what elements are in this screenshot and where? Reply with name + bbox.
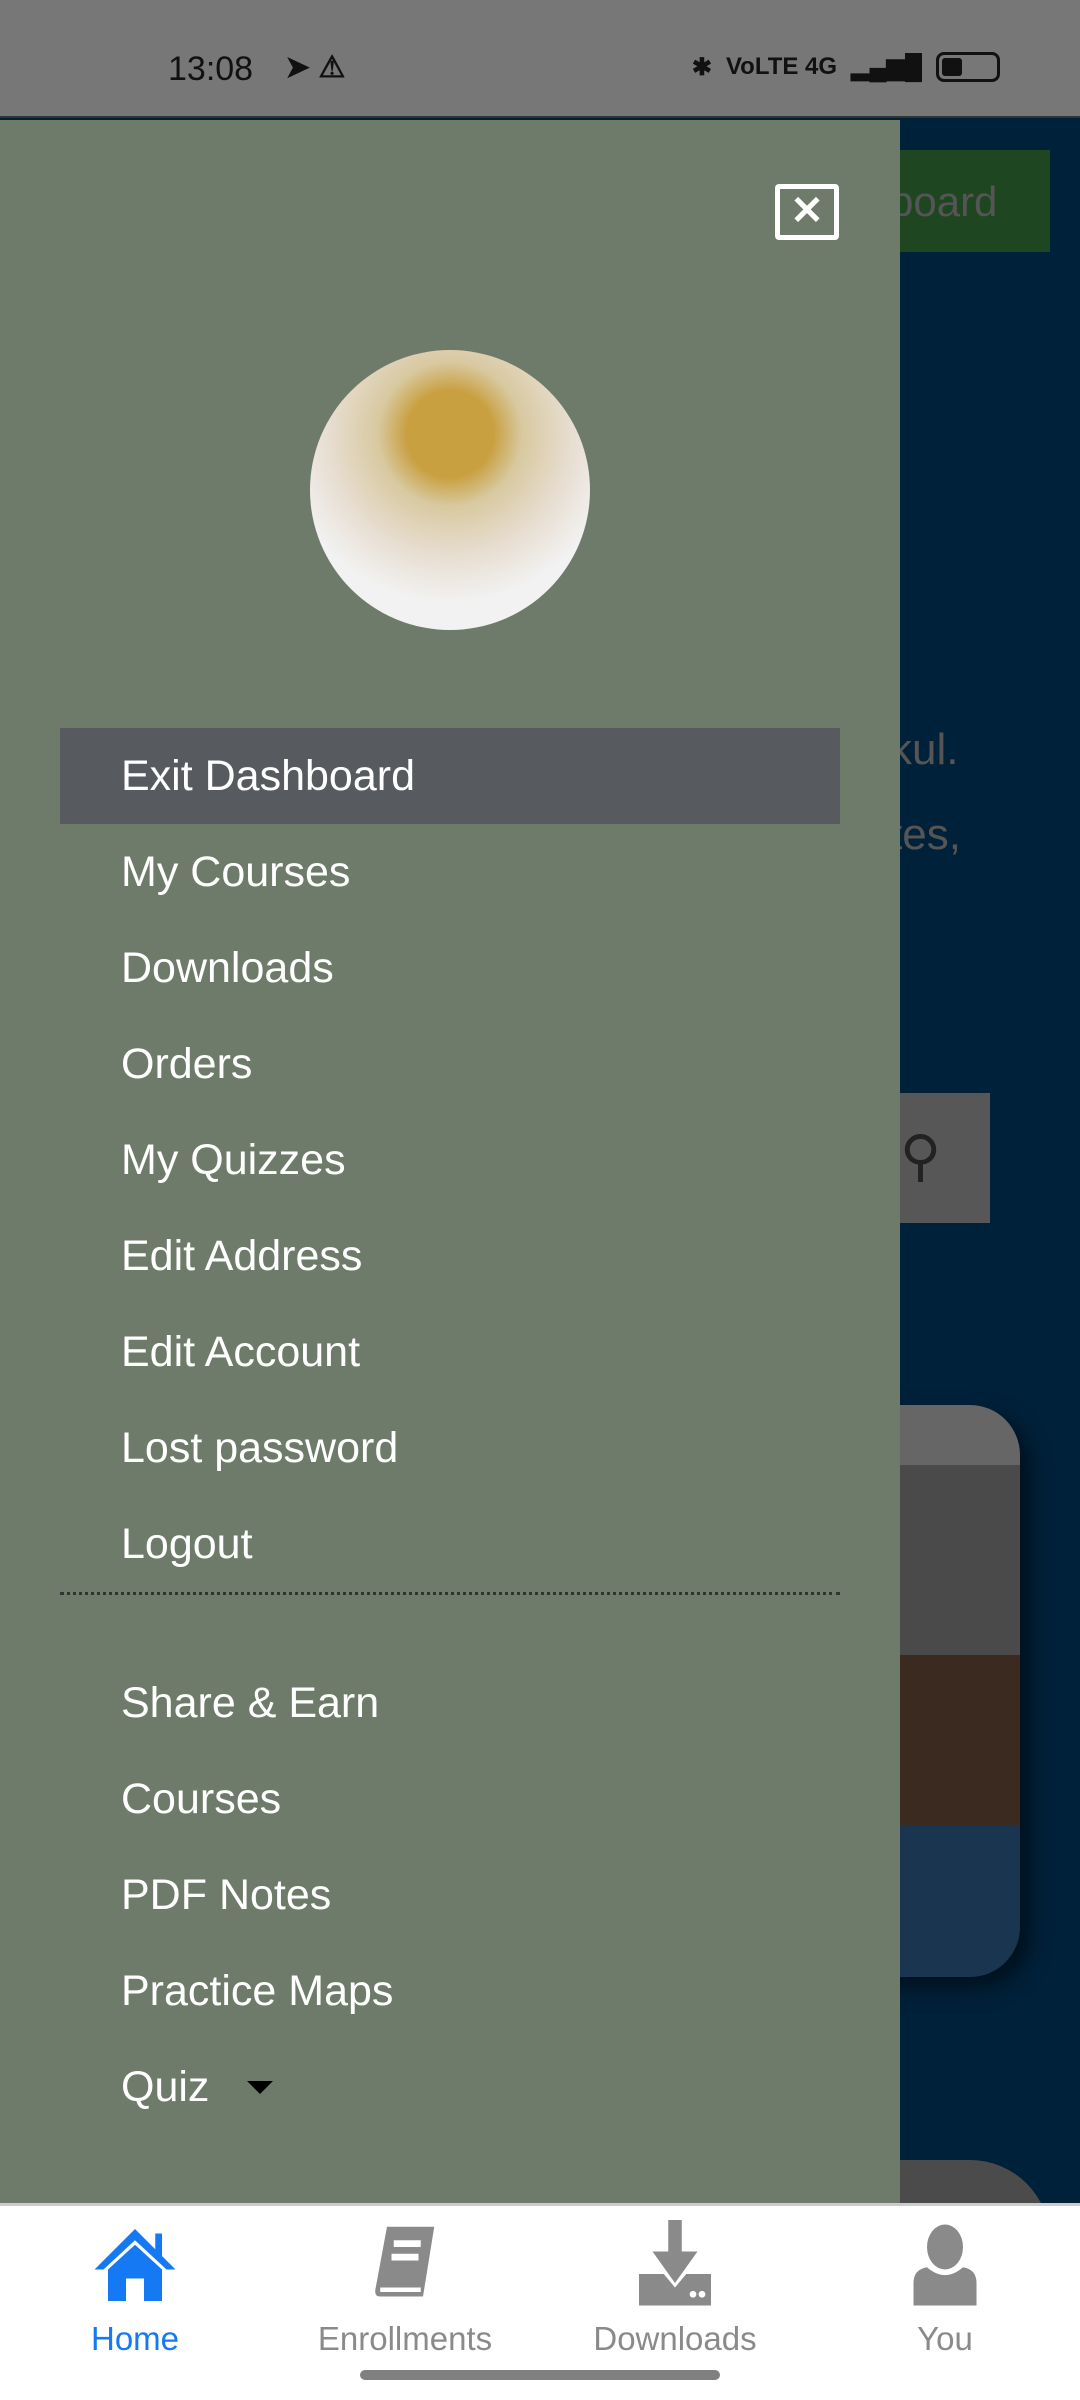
caret-down-icon[interactable] [247, 2080, 274, 2094]
menu-practice-maps[interactable]: Practice Maps [60, 1943, 840, 2039]
close-icon[interactable]: ✕ [775, 184, 839, 240]
menu-courses[interactable]: Courses [60, 1751, 840, 1847]
tab-you[interactable]: You [810, 2206, 1080, 2400]
status-bar: 13:08 ➤ ⚠ ✱ VoLTE 4G ▂▄▆█ [0, 0, 1080, 118]
tab-you-label: You [917, 2320, 973, 2357]
bluetooth-icon: ✱ [691, 53, 712, 81]
home-icon [94, 2229, 176, 2301]
menu-pdf-notes[interactable]: PDF Notes [60, 1847, 840, 1943]
user-icon [913, 2224, 977, 2306]
menu-orders[interactable]: Orders [60, 1016, 840, 1112]
avatar [310, 350, 590, 630]
menu-quiz-label: Quiz [121, 2062, 210, 2111]
bg-text-1: kul. [890, 725, 959, 774]
menu-edit-account[interactable]: Edit Account [60, 1304, 840, 1400]
download-icon [639, 2220, 711, 2306]
signal-icon: ▂▄▆█ [851, 53, 922, 81]
menu-my-courses[interactable]: My Courses [60, 824, 840, 920]
dashboard-button-behind: board [880, 150, 1050, 252]
menu-lost-password[interactable]: Lost password [60, 1400, 840, 1496]
book-icon [375, 2226, 435, 2297]
status-indicators: ✱ VoLTE 4G ▂▄▆█ [692, 52, 1000, 82]
menu-edit-address[interactable]: Edit Address [60, 1208, 840, 1304]
battery-icon [936, 52, 1000, 82]
gesture-bar[interactable] [360, 2370, 720, 2380]
tab-home-label: Home [90, 2320, 180, 2357]
tab-downloads-label: Downloads [593, 2320, 757, 2357]
network-indicator: VoLTE 4G [725, 53, 838, 80]
menu-exit-dashboard[interactable]: Exit Dashboard [60, 728, 840, 824]
tab-home[interactable]: Home [0, 2206, 270, 2400]
menu-my-quizzes[interactable]: My Quizzes [60, 1112, 840, 1208]
tab-enrollments-label: Enrollments [317, 2320, 493, 2357]
telegram-warning-icons: ➤ ⚠ [285, 51, 346, 84]
menu-divider [60, 1592, 840, 1595]
site-menu: Share & Earn Courses PDF Notes Practice … [60, 1655, 840, 2135]
bg-text-2: tes, [890, 810, 961, 859]
menu-logout[interactable]: Logout [60, 1496, 840, 1592]
account-menu: Exit Dashboard My Courses Downloads Orde… [60, 728, 840, 1592]
menu-downloads[interactable]: Downloads [60, 920, 840, 1016]
status-time: 13:08 [168, 50, 254, 88]
menu-quiz[interactable]: Quiz [60, 2039, 840, 2135]
menu-share-earn[interactable]: Share & Earn [60, 1655, 840, 1751]
